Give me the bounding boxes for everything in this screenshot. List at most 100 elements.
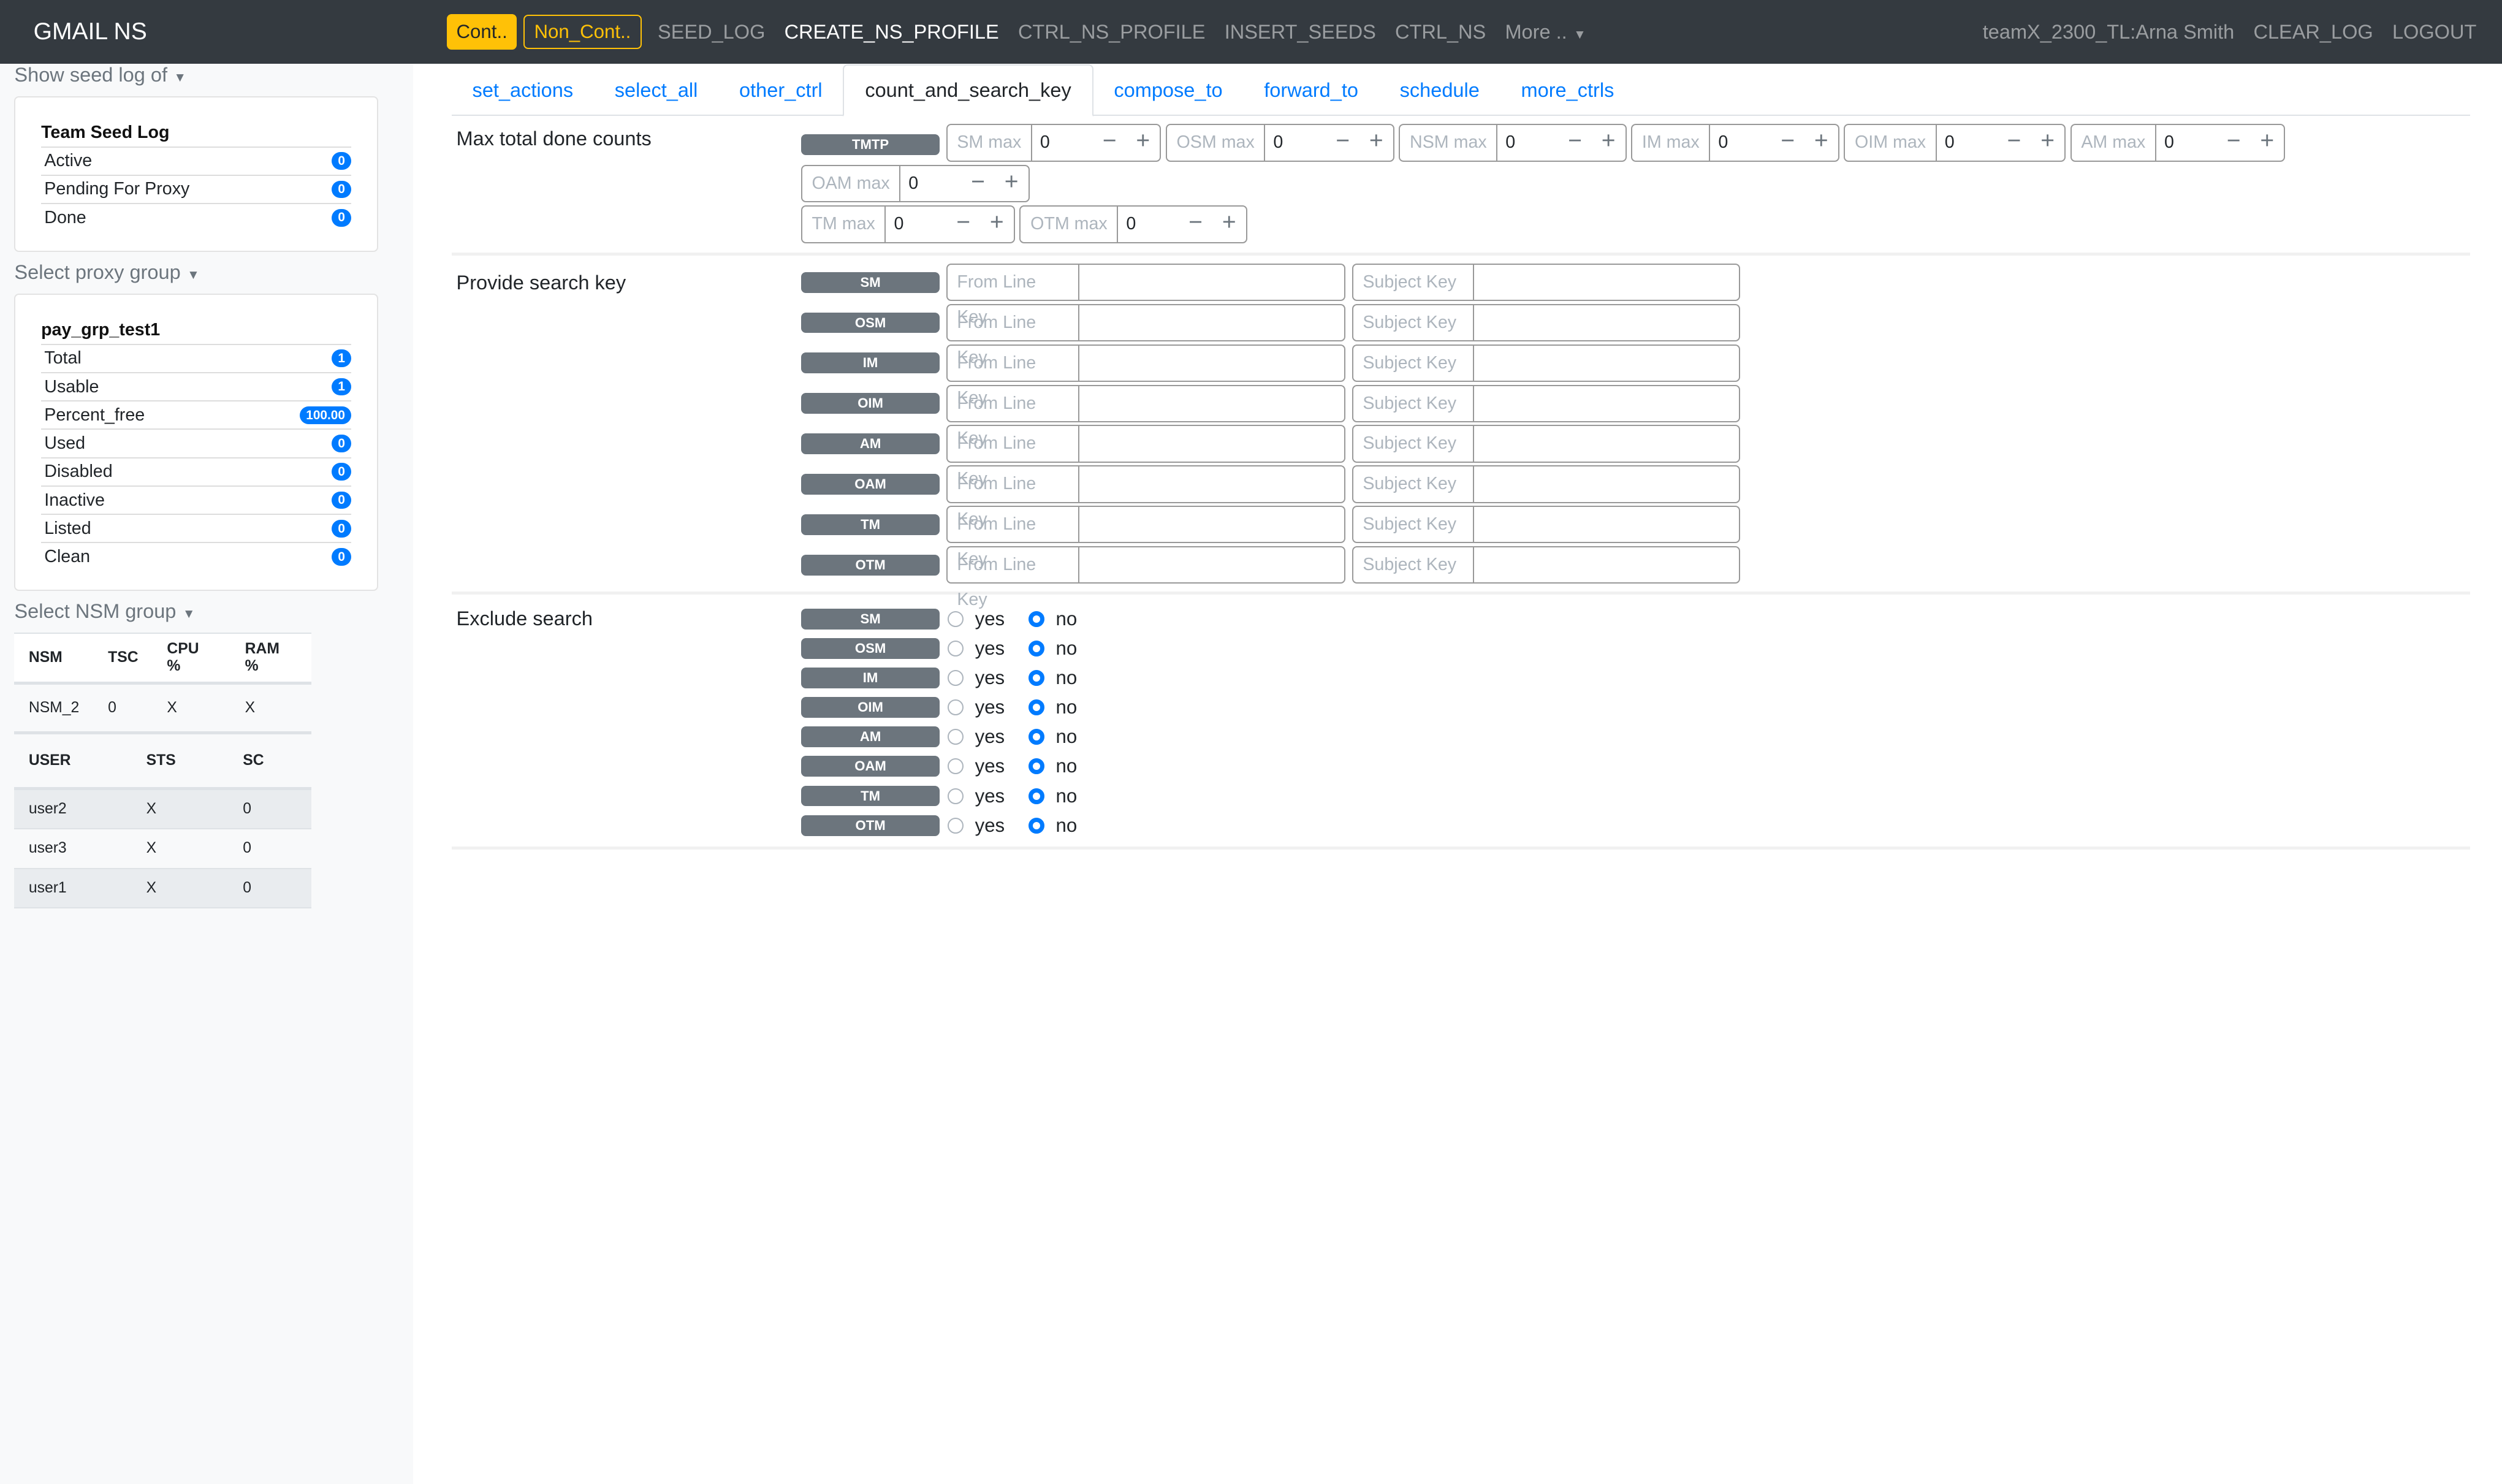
plus-icon[interactable]: +: [2251, 125, 2284, 160]
yes-radio[interactable]: [948, 817, 964, 834]
user-label[interactable]: teamX_2300_TL:Arna Smith: [1983, 21, 2235, 44]
from-line-key-input[interactable]: [1079, 265, 1344, 300]
minus-icon[interactable]: −: [1179, 207, 1212, 242]
minus-icon[interactable]: −: [1326, 125, 1359, 160]
clear-log-link[interactable]: CLEAR_LOG: [2253, 21, 2373, 44]
nav-seed-log[interactable]: SEED_LOG: [658, 21, 765, 44]
count-badge: 100.00: [299, 406, 352, 424]
subject-key-input[interactable]: [1474, 346, 1739, 381]
from-line-key-input[interactable]: [1079, 386, 1344, 421]
plus-icon[interactable]: +: [980, 207, 1014, 242]
no-radio[interactable]: [1029, 817, 1045, 834]
proxy-group-dropdown[interactable]: Select proxy group ▼: [14, 261, 413, 284]
subject-key-input[interactable]: [1474, 507, 1739, 542]
plus-icon[interactable]: +: [2031, 125, 2064, 160]
yes-radio[interactable]: [948, 699, 964, 716]
plus-icon[interactable]: +: [1804, 125, 1838, 160]
minus-icon[interactable]: −: [1093, 125, 1127, 160]
brand[interactable]: GMAIL NS: [34, 18, 447, 45]
tab-compose-to[interactable]: compose_to: [1093, 66, 1244, 115]
non-cont-button[interactable]: Non_Cont..: [523, 15, 642, 50]
minus-icon[interactable]: −: [1998, 125, 2031, 160]
type-tag: SM: [800, 608, 940, 630]
type-tag: OIM: [800, 393, 940, 414]
minus-icon[interactable]: −: [1558, 125, 1592, 160]
proxy-group-card: pay_grp_test1 Total 1 Usable 1 Percent_free 1…: [14, 293, 378, 591]
subject-key-input[interactable]: [1474, 547, 1739, 582]
no-radio[interactable]: [1029, 640, 1045, 656]
type-tag: AM: [800, 726, 940, 748]
no-radio[interactable]: [1029, 699, 1045, 716]
tab-select-all[interactable]: select_all: [594, 66, 718, 115]
stepper-input[interactable]: 0: [900, 166, 961, 201]
no-radio[interactable]: [1029, 611, 1045, 627]
plus-icon[interactable]: +: [1592, 125, 1626, 160]
nav-insert-seeds[interactable]: INSERT_SEEDS: [1225, 21, 1376, 44]
no-radio[interactable]: [1029, 729, 1045, 745]
col-header: RAM %: [245, 641, 279, 675]
subject-key-input[interactable]: [1474, 305, 1739, 340]
tab-count-and-search-key[interactable]: count_and_search_key: [843, 64, 1093, 117]
minus-icon[interactable]: −: [961, 166, 995, 201]
tab-schedule[interactable]: schedule: [1379, 66, 1500, 115]
tab-set-actions[interactable]: set_actions: [452, 66, 594, 115]
no-radio[interactable]: [1029, 669, 1045, 686]
navbar: GMAIL NS Cont.. Non_Cont.. SEED_LOG CREA…: [0, 0, 2502, 64]
yes-label: yes: [975, 785, 1005, 807]
stepper-input[interactable]: 0: [1937, 125, 1998, 160]
from-line-key-input[interactable]: [1079, 547, 1344, 582]
stepper-input[interactable]: 0: [2156, 125, 2217, 160]
from-line-key-group: From Line Key: [946, 465, 1346, 529]
nav-ctrl-ns[interactable]: CTRL_NS: [1395, 21, 1486, 44]
from-line-key-input[interactable]: [1079, 426, 1344, 461]
seed-log-dropdown[interactable]: Show seed log of ▼: [14, 64, 413, 86]
nav-create-ns-profile[interactable]: CREATE_NS_PROFILE: [785, 21, 999, 44]
stepper-input[interactable]: 0: [1710, 125, 1771, 160]
stat-label: Inactive: [44, 490, 105, 510]
yes-radio[interactable]: [948, 611, 964, 627]
cont-button[interactable]: Cont..: [446, 14, 517, 50]
plus-icon[interactable]: +: [1212, 207, 1246, 242]
subject-key-input[interactable]: [1474, 426, 1739, 461]
subject-key-input[interactable]: [1474, 386, 1739, 421]
no-radio[interactable]: [1029, 788, 1045, 804]
plus-icon[interactable]: +: [1126, 125, 1160, 160]
nsm-group-dropdown[interactable]: Select NSM group ▼: [14, 600, 413, 623]
nav-more-dropdown[interactable]: More .. ▼: [1505, 21, 1586, 44]
from-line-key-input[interactable]: [1079, 346, 1344, 381]
col-header: TSC: [108, 649, 139, 666]
nav-ctrl-ns-profile[interactable]: CTRL_NS_PROFILE: [1018, 21, 1206, 44]
exclude-row: OIM yes no: [800, 693, 2470, 722]
minus-icon[interactable]: −: [1771, 125, 1804, 160]
exclude-search-section: Exclude search SM yes no OSM yes no IM yes no OIM…: [451, 595, 2470, 850]
type-tag: TMTP: [800, 134, 940, 155]
subject-key-input[interactable]: [1474, 466, 1739, 501]
from-line-key-group: From Line Key: [946, 344, 1346, 408]
stepper-input[interactable]: 0: [886, 207, 946, 242]
no-label: no: [1055, 666, 1078, 688]
from-line-key-group: From Line Key: [946, 303, 1346, 367]
yes-radio[interactable]: [948, 729, 964, 745]
stepper-input[interactable]: 0: [1497, 125, 1558, 160]
from-line-key-input[interactable]: [1079, 305, 1344, 340]
yes-radio[interactable]: [948, 640, 964, 656]
tab-more-ctrls[interactable]: more_ctrls: [1500, 66, 1635, 115]
plus-icon[interactable]: +: [995, 166, 1029, 201]
logout-link[interactable]: LOGOUT: [2392, 21, 2476, 44]
stepper-input[interactable]: 0: [1118, 207, 1179, 242]
stepper-input[interactable]: 0: [1265, 125, 1326, 160]
cell: 0: [243, 800, 251, 817]
subject-key-input[interactable]: [1474, 265, 1739, 300]
minus-icon[interactable]: −: [2217, 125, 2251, 160]
from-line-key-input[interactable]: [1079, 507, 1344, 542]
yes-radio[interactable]: [948, 788, 964, 804]
no-radio[interactable]: [1029, 758, 1045, 775]
minus-icon[interactable]: −: [946, 207, 980, 242]
yes-radio[interactable]: [948, 758, 964, 775]
plus-icon[interactable]: +: [1359, 125, 1393, 160]
tab-forward-to[interactable]: forward_to: [1243, 66, 1378, 115]
yes-radio[interactable]: [948, 669, 964, 686]
tab-other-ctrl[interactable]: other_ctrl: [718, 66, 843, 115]
from-line-key-input[interactable]: [1079, 466, 1344, 501]
stepper-input[interactable]: 0: [1032, 125, 1093, 160]
